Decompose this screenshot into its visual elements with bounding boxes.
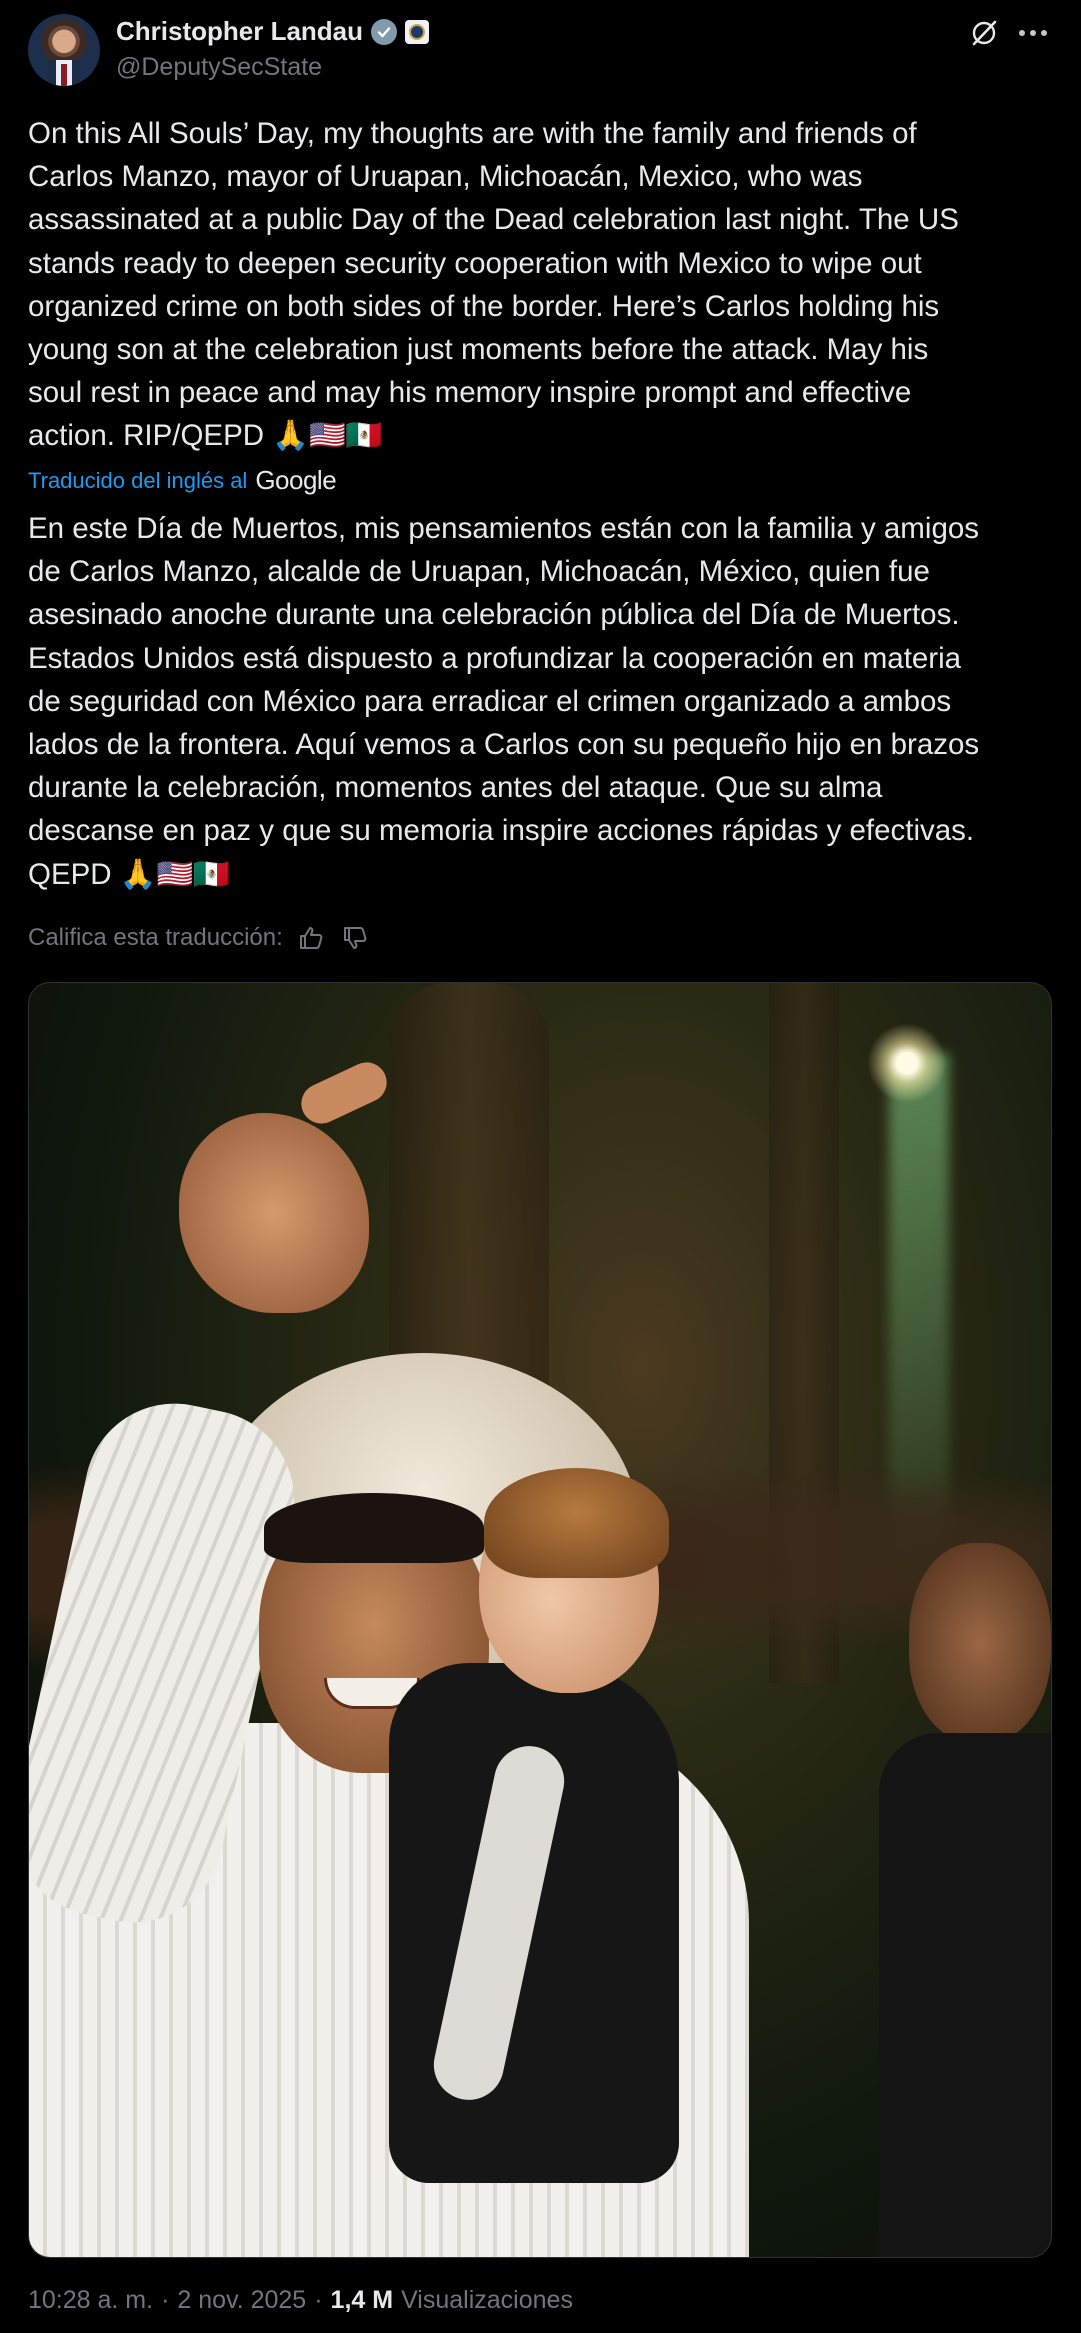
photo-child-hair	[484, 1468, 669, 1578]
tweet-text: On this All Souls’ Day, my thoughts are …	[28, 117, 959, 453]
google-logo: Google	[255, 465, 337, 495]
rate-translation-row: Califica esta traducción:	[28, 922, 371, 954]
avatar-tie	[61, 64, 67, 86]
views-count[interactable]: 1,4 M	[331, 2286, 394, 2315]
photo-man-hair	[264, 1493, 484, 1563]
government-seal-icon[interactable]	[405, 19, 430, 44]
photo-pointing-finger	[294, 1055, 394, 1131]
translation-text: En este Día de Muertos, mis pensamientos…	[28, 512, 980, 891]
avatar[interactable]	[28, 14, 100, 86]
photo-bystander-body	[879, 1733, 1051, 2257]
tweet-header: Christopher Landau @DeputySecState	[28, 14, 1053, 88]
verified-badge-icon[interactable]	[371, 18, 398, 45]
photo-street-lamp	[867, 1023, 947, 1103]
tweet-time[interactable]: 10:28 a. m.	[28, 2286, 153, 2315]
photo-raised-hand	[179, 1113, 369, 1313]
author-name-row: Christopher Landau	[116, 16, 430, 47]
grok-icon[interactable]	[967, 16, 1001, 50]
seal-inner	[409, 23, 426, 40]
photo-bystander-face	[909, 1543, 1051, 1743]
meta-separator-2: ·	[314, 2286, 323, 2314]
thumbs-down-icon[interactable]	[339, 922, 371, 954]
tweet-date[interactable]: 2 nov. 2025	[177, 2286, 306, 2315]
meta-separator: ·	[161, 2286, 170, 2314]
tweet-photo[interactable]	[28, 982, 1052, 2258]
views-label: Visualizaciones	[401, 2286, 573, 2314]
translated-by-row: Traducido del inglés al Google	[28, 465, 337, 496]
author-name[interactable]: Christopher Landau	[116, 16, 363, 47]
thumbs-up-icon[interactable]	[295, 922, 327, 954]
rate-translation-label: Califica esta traducción:	[28, 924, 283, 951]
tweet-meta: 10:28 a. m. · 2 nov. 2025 · 1,4 M Visual…	[28, 2286, 573, 2315]
more-horizontal-icon[interactable]	[1013, 16, 1053, 50]
author-handle[interactable]: @DeputySecState	[116, 53, 322, 82]
translated-by-label[interactable]: Traducido del inglés al	[28, 468, 247, 494]
